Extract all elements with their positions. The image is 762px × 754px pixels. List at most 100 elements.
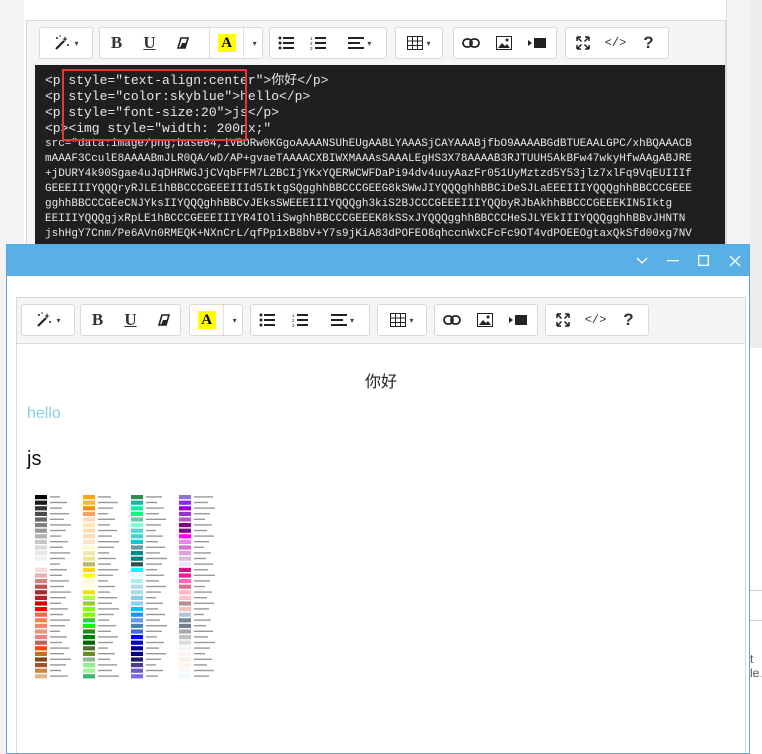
format-group: B U [80,304,181,336]
code-view-button[interactable]: </> [599,28,632,58]
color-name-label [146,636,157,638]
video-button[interactable] [520,28,553,58]
color-name-label [98,580,108,582]
image-button[interactable] [487,28,520,58]
help-button[interactable]: ? [632,28,665,58]
color-name-label [146,664,156,666]
color-name-label [98,597,117,599]
centered-paragraph: 你好 [364,372,397,391]
color-name-label [98,574,113,576]
align-button[interactable]: ▾ [316,305,369,335]
color-name-label [146,580,159,582]
color-name-label [98,608,119,610]
svg-text:3: 3 [310,46,313,50]
fullscreen-button[interactable] [566,28,599,58]
color-name-label [98,524,110,526]
color-swatch [35,590,47,595]
color-name-label [194,535,214,537]
color-name-label [146,541,158,543]
bold-button[interactable]: B [100,28,133,58]
color-name-label [146,613,165,616]
close-button[interactable] [719,245,749,276]
minimize-button[interactable] [657,245,688,276]
collapse-button[interactable] [626,245,657,276]
color-swatch [131,556,143,561]
color-swatch [35,612,47,617]
color-name-label [146,591,161,593]
highlight-button[interactable]: A [210,28,243,58]
color-name-label [50,613,63,616]
color-name-label [98,529,117,532]
underline-button[interactable]: U [114,305,147,335]
numbered-list-icon: 123 [310,36,326,50]
color-name-label [98,557,116,560]
color-swatch [179,607,191,612]
color-name-label [50,585,64,588]
color-swatch [35,556,47,561]
color-name-label [194,574,215,576]
bold-button[interactable]: B [81,305,114,335]
color-swatch [35,584,47,589]
align-button[interactable]: ▾ [334,28,386,58]
color-name-label [98,658,110,660]
color-swatch [35,545,47,550]
image-button[interactable] [468,305,501,335]
bullet-list-icon [259,313,276,327]
color-swatch [83,539,95,544]
color-swatch [35,601,47,606]
annotation-highlight-box [62,69,247,141]
help-button[interactable]: ? [612,305,645,335]
color-name-label [194,653,205,655]
color-name-label [98,625,116,627]
color-name-label [50,552,70,554]
color-swatch [131,607,143,612]
color-swatch [83,579,95,584]
list-group: 123 ▾ [269,27,387,59]
numbered-list-button[interactable]: 123 [283,305,315,335]
editor-content-area[interactable]: 你好 hello js [17,344,745,753]
magic-wand-button[interactable]: ▾ [40,28,92,58]
highlight-dropdown[interactable]: ▾ [224,305,242,335]
inserted-image[interactable] [27,489,227,689]
color-name-label [50,501,67,504]
color-swatch [35,607,47,612]
eraser-button[interactable] [147,305,180,335]
insert-group [453,27,557,59]
maximize-button[interactable] [688,245,719,276]
color-name-label [146,529,156,532]
color-name-label [50,569,67,571]
color-name-label [194,541,209,543]
close-icon [729,255,740,266]
view-group: </> ? [545,304,649,336]
link-button[interactable] [454,28,487,58]
magic-wand-button[interactable]: ▾ [22,305,74,335]
color-swatch [83,607,95,612]
skyblue-paragraph: hello [27,405,61,422]
highlight-button[interactable]: A [190,305,223,335]
background-scrollbar[interactable] [750,0,762,348]
underline-button[interactable]: U [133,28,166,58]
color-name-label [146,569,157,571]
video-icon [508,315,527,325]
fullscreen-button[interactable] [546,305,579,335]
color-name-label [50,591,71,593]
code-view-button[interactable]: </> [579,305,612,335]
bullet-list-button[interactable] [251,305,283,335]
video-button[interactable] [501,305,534,335]
color-swatch [131,551,143,556]
color-name-label [50,608,68,610]
link-button[interactable] [435,305,468,335]
color-name-label [194,529,207,532]
color-swatch [179,668,191,673]
color-name-label [98,664,117,666]
window-title-bar[interactable] [7,245,749,276]
highlight-dropdown[interactable]: ▾ [244,28,262,58]
table-button[interactable]: ▾ [396,28,442,58]
eraser-button[interactable] [166,28,199,58]
bullet-list-button[interactable] [270,28,302,58]
numbered-list-button[interactable]: 123 [302,28,334,58]
color-swatch [131,601,143,606]
color-swatch [83,567,95,572]
insert-group [434,304,538,336]
table-button[interactable]: ▾ [378,305,426,335]
